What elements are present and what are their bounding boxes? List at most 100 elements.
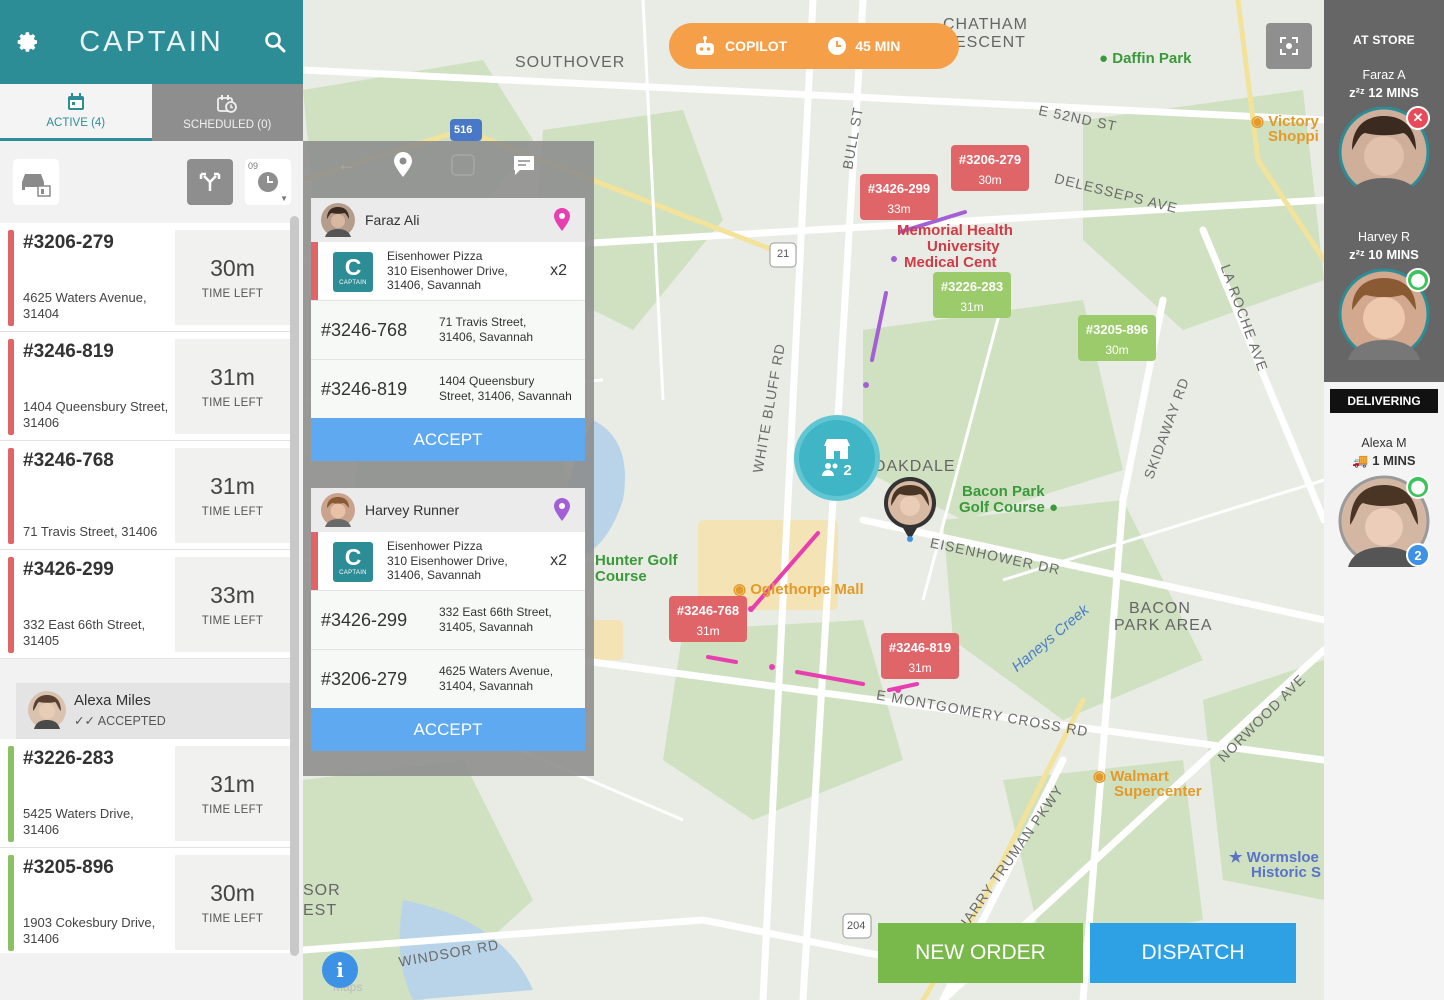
status-bar [8,339,14,435]
time-left-label: TIME LEFT [201,615,264,627]
order-card[interactable]: #3206-279 4625 Waters Avenue, 31404 30m … [0,223,295,332]
map-label: CHATHAM [943,16,1028,33]
park-icon: ● [1044,499,1059,516]
order-id: #3205-896 [23,857,114,878]
order-address-line1: 332 East 66th Street, [439,605,552,619]
accepted-driver-row[interactable]: Alexa Miles ✓✓ ACCEPTED [16,683,295,739]
suggested-order-row[interactable]: #3426-299 332 East 66th Street, 31405, Sa… [311,590,585,649]
time-left-label: TIME LEFT [201,913,264,925]
info-button[interactable]: i [322,952,358,988]
accept-button[interactable]: ACCEPT [311,708,585,751]
store-address-line1: 310 Eisenhower Drive, [387,553,508,568]
map-label: Hunter Golf [595,552,678,569]
driver-card[interactable]: Alexa M 🚚 1 MINS ⬤ 2 [1324,436,1444,567]
app-logo: CAPTAIN [79,25,224,58]
dispatch-suggestions-panel: ← Faraz Ali C CAPTAIN Eisenhower Pizza 31… [303,141,594,776]
fork-arrow-icon [199,172,221,191]
copilot-pill[interactable]: COPILOT 45 MIN [669,23,959,69]
scrollbar[interactable] [290,216,299,956]
suggestion-driver-header[interactable]: Faraz Ali [311,198,585,242]
store-address-line2: 31406, Savannah [387,278,482,292]
chat-icon[interactable] [512,154,536,176]
location-pin-icon [554,208,570,231]
map-order-pin[interactable]: #3426-299 33m [860,174,938,220]
pickup-store-row: C CAPTAIN Eisenhower Pizza 310 Eisenhower… [311,242,585,300]
status-bar [8,230,14,326]
time-filter-badge: 09 [248,161,259,171]
tab-scheduled[interactable]: SCHEDULED (0) [151,84,303,141]
order-address-line2: 31405, Savannah [439,620,534,634]
driver-status-panel: AT STORE Faraz A z²ᶻ 12 MINS ✕ Harvey R … [1324,0,1444,1000]
star-icon: ★ [1229,849,1247,866]
order-address-line1: 4625 Waters Avenue, [439,664,554,678]
captain-logo-mark: C [344,544,362,570]
avatar [321,493,355,527]
map-label: Historic S [1251,864,1322,881]
order-card[interactable]: #3205-896 1903 Cokesbury Drive, 31406 30… [0,848,295,953]
driver-map-marker[interactable] [883,476,937,542]
vehicle-filter-button[interactable] [13,159,59,205]
map-order-pin[interactable]: #3205-896 30m [1078,315,1156,361]
map-label-text: Daffin Park [1112,50,1192,67]
order-tabs: ACTIVE (4) SCHEDULED (0) [0,84,303,141]
gear-icon[interactable] [14,28,42,56]
map-order-pin[interactable]: #3206-279 30m [951,145,1029,191]
map-order-pin[interactable]: #3226-283 31m [933,272,1011,318]
driver-name: Faraz A [1362,68,1406,82]
order-card[interactable]: #3246-768 71 Travis Street, 31406 31m TI… [0,441,295,550]
store-name: Eisenhower Pizza [387,539,483,553]
driver-card[interactable]: Faraz A z²ᶻ 12 MINS ✕ [1324,68,1444,198]
time-left-box: 30m TIME LEFT [175,855,290,950]
driver-status: ✓✓ ACCEPTED [74,713,166,728]
store-name: Eisenhower Pizza [387,249,483,263]
order-card[interactable]: #3226-283 5425 Waters Drive, 31406 31m T… [0,739,295,848]
store-icon [824,438,850,459]
driver-wait: z²ᶻ 10 MINS [1324,247,1444,262]
status-bar [8,557,14,653]
store-map-pin[interactable]: 2 [794,415,880,501]
order-address: 4625 Waters Avenue, 31404 [23,290,147,321]
map-label: Bacon Park [962,483,1045,500]
dispatch-button[interactable]: DISPATCH [1090,923,1296,983]
driver-wait-value: 1 MINS [1372,453,1416,468]
map-label: ESCENT [955,34,1026,51]
suggested-order-row[interactable]: #3206-279 4625 Waters Avenue, 31404, Sava… [311,649,585,708]
location-pin-icon: ⬤ [1406,475,1430,499]
suggestion-driver-header[interactable]: Harvey Runner [311,488,585,532]
delivering-title: DELIVERING [1330,389,1438,413]
order-id: #3246-819 [321,379,408,399]
tab-active[interactable]: ACTIVE (4) [0,84,152,141]
time-filter-button[interactable]: 09 ▼ [245,159,291,205]
order-card[interactable]: #3246-819 1404 Queensbury Street, 31406 … [0,332,295,441]
order-address: 1404 Queensbury Street, 31406 [23,399,169,430]
avatar: ✕ [1338,106,1430,198]
map-pin-id: #3426-299 [867,181,931,196]
time-left-value: 30m [210,255,255,281]
pickup-store-row: C CAPTAIN Eisenhower Pizza 310 Eisenhower… [311,532,585,590]
location-pin-icon: ⬤ [1406,268,1430,292]
map-order-pin[interactable]: #3246-819 31m [881,633,959,679]
map-pin-id: #3246-819 [888,640,952,655]
order-id: #3246-768 [321,320,408,340]
fullscreen-button[interactable] [1266,23,1312,69]
time-left-box: 31m TIME LEFT [175,339,290,434]
order-card[interactable]: #3426-299 332 East 66th Street, 31405 33… [0,550,295,659]
new-order-button[interactable]: NEW ORDER [878,923,1083,983]
map-label-text: Oglethorpe Mall [750,581,864,598]
search-icon[interactable] [261,28,289,56]
map-order-pin[interactable]: #3246-768 31m [669,596,747,642]
back-arrow-icon[interactable]: ← [337,154,355,175]
copilot-time-group: 45 MIN [827,36,900,56]
avatar: ⬤ 2 [1338,475,1430,567]
copilot-time: 45 MIN [855,38,901,54]
suggested-order-row[interactable]: #3246-768 71 Travis Street, 31406, Savann… [311,300,585,359]
location-pin-icon[interactable] [392,151,414,178]
driver-card[interactable]: Harvey R z²ᶻ 10 MINS ⬤ [1324,230,1444,360]
map-label: Shoppi [1268,128,1319,145]
time-left-label: TIME LEFT [201,397,264,409]
route-filter-button[interactable] [187,159,233,205]
driver-status-label: ACCEPTED [97,714,166,728]
suggested-order-row[interactable]: #3246-819 1404 Queensbury Street, 31406, … [311,359,585,418]
accept-button[interactable]: ACCEPT [311,418,585,461]
map-label: SOR [303,882,341,899]
